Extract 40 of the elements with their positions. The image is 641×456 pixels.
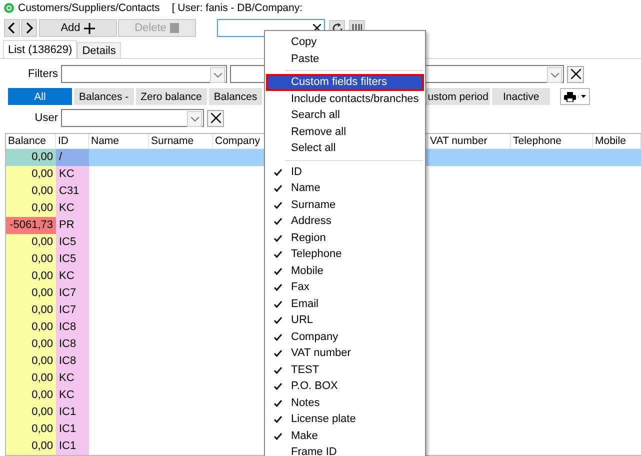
- id-cell: IC1: [56, 404, 89, 421]
- balance-cell: -5061,73: [6, 217, 56, 234]
- id-cell: IC5: [56, 251, 89, 268]
- balance-cell: 0,00: [6, 336, 56, 353]
- balance-cell: 0,00: [6, 353, 56, 370]
- balance-cell: 0,00: [6, 438, 56, 455]
- id-cell: C31: [56, 183, 89, 200]
- balance-cell: 0,00: [6, 200, 56, 217]
- id-cell: IC7: [56, 285, 89, 302]
- balance-cell: 0,00: [6, 149, 56, 166]
- balance-cell: 0,00: [6, 319, 56, 336]
- balance-cell: 0,00: [6, 251, 56, 268]
- id-cell: KC: [56, 166, 89, 183]
- id-cell: IC8: [56, 353, 89, 370]
- balance-cell: 0,00: [6, 387, 56, 404]
- id-cell: IC5: [56, 234, 89, 251]
- window-title: Customers/Suppliers/Contacts: [18, 2, 160, 14]
- balance-cell: 0,00: [6, 166, 56, 183]
- id-cell: PR: [56, 217, 89, 234]
- balance-cell: 0,00: [6, 404, 56, 421]
- balance-cell: 0,00: [6, 183, 56, 200]
- id-cell: KC: [56, 370, 89, 387]
- id-cell: IC7: [56, 302, 89, 319]
- balance-cell: 0,00: [6, 268, 56, 285]
- balance-cell: 0,00: [6, 285, 56, 302]
- id-cell: KC: [56, 387, 89, 404]
- user-info: [ User: fanis - DB/Company:: [172, 2, 303, 14]
- id-cell: KC: [56, 200, 89, 217]
- id-cell: IC8: [56, 336, 89, 353]
- id-cell: IC8: [56, 319, 89, 336]
- balance-cell: 0,00: [6, 234, 56, 251]
- user-label: User: [34, 112, 58, 124]
- balance-cell: 0,00: [6, 302, 56, 319]
- balance-cell: 0,00: [6, 370, 56, 387]
- id-cell: IC1: [56, 438, 89, 455]
- id-cell: KC: [56, 268, 89, 285]
- id-cell: /: [56, 149, 89, 166]
- id-cell: IC1: [56, 421, 89, 438]
- filters-label: Filters: [27, 68, 58, 80]
- balance-cell: 0,00: [6, 421, 56, 438]
